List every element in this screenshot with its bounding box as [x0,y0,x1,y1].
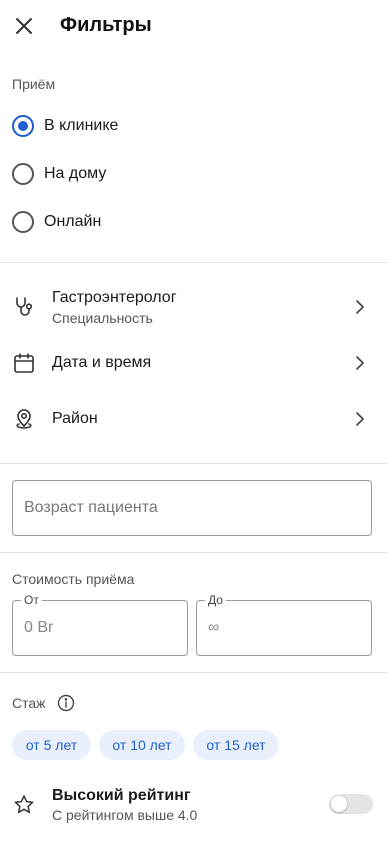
chip-experience-10[interactable]: от 10 лет [99,730,185,760]
specialty-title: Гастроэнтеролог [52,289,177,306]
divider [0,552,388,553]
info-icon[interactable] [57,694,75,712]
radio-button[interactable] [12,211,34,233]
high-rating-toggle[interactable] [329,794,373,814]
filters-header: Фильтры [0,0,388,52]
radio-button-checked[interactable] [12,115,34,137]
datetime-title: Дата и время [52,354,152,371]
stethoscope-icon [12,295,36,319]
district-row[interactable]: Район [0,396,388,444]
chevron-right-icon [350,353,370,373]
experience-section-label: Стаж [12,695,46,711]
high-rating-subtitle: С рейтингом выше 4.0 [52,807,198,823]
chip-experience-5[interactable]: от 5 лет [12,730,91,760]
specialty-subtitle: Специальность [52,310,153,326]
radio-at-home[interactable]: На дому [12,162,106,186]
high-rating-title: Высокий рейтинг [52,787,191,804]
price-from-legend: От [21,593,42,607]
divider [0,262,388,263]
page-title: Фильтры [60,14,152,36]
chip-experience-15[interactable]: от 15 лет [193,730,279,760]
calendar-icon [12,351,36,375]
star-icon [12,793,36,817]
price-from-field[interactable]: От [12,593,188,656]
specialty-row[interactable]: Гастроэнтеролог Специальность [0,285,388,333]
toggle-knob [331,796,347,812]
price-to-input[interactable] [208,619,358,637]
radio-label: Онлайн [44,213,102,230]
radio-label: В клинике [44,117,119,134]
divider [0,463,388,464]
location-pin-icon [12,407,36,431]
price-from-input[interactable] [24,619,174,637]
patient-age-input[interactable] [12,480,372,536]
close-icon[interactable] [12,14,36,38]
appointment-section-label: Приём [12,76,56,92]
district-title: Район [52,410,98,427]
price-to-legend: До [205,593,226,607]
radio-online[interactable]: Онлайн [12,210,101,234]
radio-button[interactable] [12,163,34,185]
price-section-label: Стоимость приёма [12,571,135,587]
divider [0,672,388,673]
chevron-right-icon [350,409,370,429]
radio-in-clinic[interactable]: В клинике [12,114,118,138]
chevron-right-icon [350,297,370,317]
price-to-field[interactable]: До [196,593,372,656]
radio-label: На дому [44,165,107,182]
datetime-row[interactable]: Дата и время [0,340,388,388]
